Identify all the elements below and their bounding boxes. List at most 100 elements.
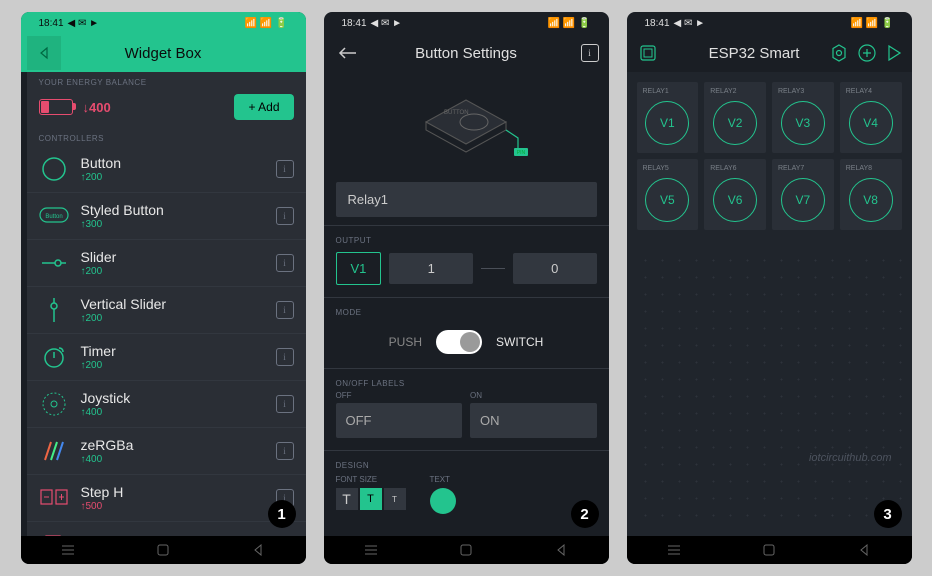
widget-timer[interactable]: Timer↑200 i [27, 334, 306, 381]
home-icon[interactable] [763, 544, 775, 556]
back-arrow-icon[interactable] [338, 46, 358, 60]
info-icon[interactable]: i [276, 442, 294, 460]
app-bar: Button Settings i [324, 34, 609, 72]
mode-toggle[interactable] [436, 330, 482, 354]
info-icon[interactable]: i [276, 254, 294, 272]
play-icon[interactable] [886, 44, 902, 62]
menu-icon[interactable] [62, 544, 74, 556]
value-off-input[interactable]: 0 [513, 253, 597, 284]
font-medium-button[interactable]: T [360, 488, 382, 510]
widget-slider[interactable]: Slider↑200 i [27, 240, 306, 287]
widget-joystick[interactable]: Joystick↑400 i [27, 381, 306, 428]
button-illustration: BUTTON PIN [324, 72, 609, 182]
pin-selector[interactable]: V1 [336, 252, 382, 285]
info-icon[interactable]: i [276, 301, 294, 319]
relay-widget-8[interactable]: RELAY8V8 [840, 159, 902, 230]
status-right-icons: 📶 📶 🔋 [548, 18, 591, 29]
balance-section-label: YOUR ENERGY BALANCE [27, 72, 306, 90]
relay-button[interactable]: V5 [645, 178, 689, 222]
relay-name-input[interactable]: Relay1 [336, 182, 597, 217]
svg-text:BUTTON: BUTTON [444, 110, 469, 116]
phone-screen-1: 18:41◀ ✉ ► 📶 📶 🔋 Widget Box YOUR ENERGY … [21, 12, 306, 564]
info-icon[interactable]: i [276, 395, 294, 413]
back-nav-icon[interactable] [252, 544, 264, 556]
vertical-slider-icon [39, 295, 69, 325]
relay-button[interactable]: V7 [781, 178, 825, 222]
widget-cost: ↑200 [81, 266, 264, 277]
relay-button[interactable]: V8 [849, 178, 893, 222]
widget-cost: ↑500 [81, 501, 264, 512]
color-picker[interactable] [430, 488, 456, 514]
on-value-input[interactable]: ON [470, 403, 597, 438]
back-nav-icon[interactable] [858, 544, 870, 556]
back-nav-icon[interactable] [555, 544, 567, 556]
phone-screen-3: 18:41◀ ✉ ► 📶 📶 🔋 ESP32 Smart RELAY1 V1 RE… [627, 12, 912, 564]
relay-widget-7[interactable]: RELAY7 V7 [772, 159, 834, 230]
relay-label: RELAY4 [844, 88, 872, 95]
relay-widget-2[interactable]: RELAY2 V2 [704, 82, 766, 153]
widget-styled-button[interactable]: Button Styled Button↑300 i [27, 193, 306, 240]
step-badge: 1 [268, 500, 296, 528]
relay-button[interactable]: V3 [781, 101, 825, 145]
step-v-icon [39, 530, 69, 536]
button-icon [39, 154, 69, 184]
status-left-icons: ◀ ✉ ► [674, 18, 706, 29]
mode-row: PUSH SWITCH [324, 320, 609, 364]
relay-widget-6[interactable]: RELAY6V6 [704, 159, 766, 230]
relay-label: RELAY2 [708, 88, 736, 95]
widget-name: Button [81, 155, 264, 171]
info-icon[interactable]: i [581, 44, 599, 62]
onoff-section-label: ON/OFF LABELS [324, 373, 609, 391]
widget-name: Joystick [81, 390, 264, 406]
menu-icon[interactable] [668, 544, 680, 556]
layout-icon[interactable] [639, 44, 657, 62]
settings-icon[interactable] [830, 44, 848, 62]
add-button[interactable]: + Add [234, 94, 293, 120]
relay-widget-3[interactable]: RELAY3 V3 [772, 82, 834, 153]
relay-widget-5[interactable]: RELAY5V5 [637, 159, 699, 230]
add-icon[interactable] [858, 44, 876, 62]
widget-step-v[interactable]: Step V [27, 522, 306, 536]
app-bar: ESP32 Smart [627, 34, 912, 72]
relay-label: RELAY7 [776, 165, 804, 172]
mode-switch-label: SWITCH [496, 335, 543, 349]
menu-icon[interactable] [365, 544, 377, 556]
phone-screen-2: 18:41◀ ✉ ► 📶 📶 🔋 Button Settings i BUTTO… [324, 12, 609, 564]
relay-widget-1[interactable]: RELAY1 V1 [637, 82, 699, 153]
relay-button[interactable]: V1 [645, 101, 689, 145]
status-bar: 18:41◀ ✉ ► 📶 📶 🔋 [627, 12, 912, 34]
home-icon[interactable] [157, 544, 169, 556]
status-left-icons: ◀ ✉ ► [371, 18, 403, 29]
relay-button[interactable]: V4 [849, 101, 893, 145]
relay-label: RELAY3 [776, 88, 804, 95]
home-icon[interactable] [460, 544, 472, 556]
info-icon[interactable]: i [276, 207, 294, 225]
font-small-button[interactable]: T [384, 488, 406, 510]
value-on-input[interactable]: 1 [389, 253, 473, 284]
page-title: Widget Box [125, 45, 202, 62]
back-button[interactable] [27, 36, 61, 70]
step-badge: 3 [874, 500, 902, 528]
relay-grid: RELAY1 V1 RELAY2 V2 RELAY3 V3 RELAY4 V4 RELA… [627, 72, 912, 240]
relay-button[interactable]: V6 [713, 178, 757, 222]
divider [324, 225, 609, 226]
relay-widget-4[interactable]: RELAY4 V4 [840, 82, 902, 153]
widget-cost: ↑200 [81, 360, 264, 371]
widget-name: Step H [81, 484, 264, 500]
font-large-button[interactable]: T [336, 488, 358, 510]
page-title: Button Settings [415, 45, 517, 62]
styled-button-icon: Button [39, 201, 69, 231]
widget-name: Slider [81, 249, 264, 265]
widget-step-h[interactable]: Step H↑500 i [27, 475, 306, 522]
info-icon[interactable]: i [276, 160, 294, 178]
off-value-input[interactable]: OFF [336, 403, 463, 438]
widget-vertical-slider[interactable]: Vertical Slider↑200 i [27, 287, 306, 334]
widget-button[interactable]: Button↑200 i [27, 146, 306, 193]
relay-label: RELAY1 [641, 88, 669, 95]
on-label: ON [470, 391, 597, 400]
font-size-selector: T T T [336, 488, 406, 510]
status-time: 18:41 [39, 18, 64, 29]
relay-button[interactable]: V2 [713, 101, 757, 145]
info-icon[interactable]: i [276, 348, 294, 366]
widget-zergba[interactable]: zeRGBa↑400 i [27, 428, 306, 475]
